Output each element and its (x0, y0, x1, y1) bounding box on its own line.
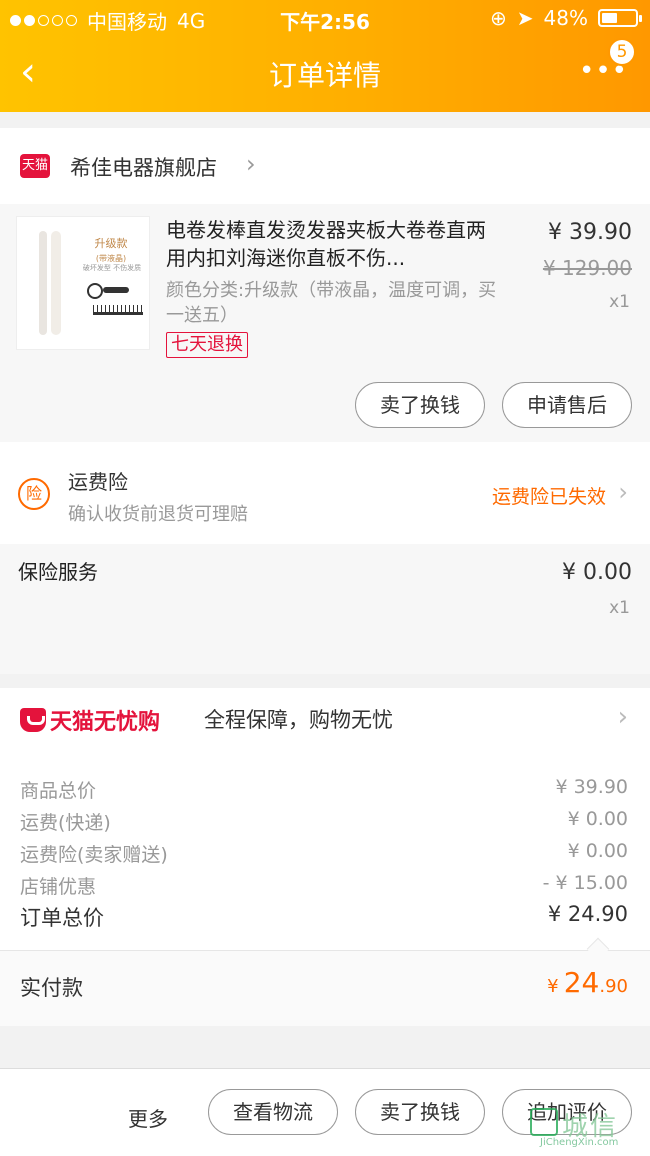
insurance-subtitle: 确认收货前退货可理赔 (68, 504, 248, 525)
summary-label: 运费险(卖家赠送) (20, 844, 168, 866)
assurance-text: 全程保障，购物无忧 (204, 708, 393, 732)
status-right: ⊕ ➤ 48% (490, 6, 642, 30)
insurance-title: 运费险 (68, 470, 128, 494)
sell-for-cash-button[interactable]: 卖了换钱 (355, 1089, 485, 1135)
product-item[interactable]: 升级款 (带液晶) 破坏发型 不伤发质 电卷发棒直发烫发器夹板大卷卷直两用内扣刘海… (0, 204, 650, 442)
order-total-row: 订单总价 ¥ 24.90 (20, 902, 628, 932)
summary-value: ¥ 0.00 (567, 808, 628, 830)
return-policy-tag: 七天退换 (166, 332, 248, 358)
bottom-action-bar: 更多 查看物流 卖了换钱 追加评价 城信 JiChengXin.com (0, 1068, 650, 1156)
actual-payment: 实付款 ¥ 24.90 (0, 937, 650, 1026)
summary-value: ¥ 39.90 (555, 776, 628, 798)
battery-percent: 48% (543, 6, 588, 30)
product-price: ¥ 39.90 (548, 220, 632, 245)
order-total-value: ¥ 24.90 (547, 902, 628, 926)
order-total-label: 订单总价 (20, 906, 104, 930)
image-label: 升级款 (带液晶) (94, 237, 128, 263)
insurance-service: 保险服务 ¥ 0.00 x1 (0, 544, 650, 674)
product-image[interactable]: 升级款 (带液晶) 破坏发型 不伤发质 (16, 216, 150, 350)
shield-icon (20, 708, 46, 732)
product-original-price: ¥ 129.00 (542, 256, 632, 280)
notification-badge: 5 (608, 38, 636, 66)
summary-row: 运费(快递) ¥ 0.00 (20, 808, 628, 835)
watermark: 城信 JiChengXin.com (530, 1106, 646, 1150)
insurance-status: 运费险已失效 (491, 486, 606, 508)
summary-row: 店铺优惠 - ¥ 15.00 (20, 872, 628, 899)
watermark-logo-icon (530, 1108, 558, 1136)
paid-label: 实付款 (20, 976, 83, 1000)
assurance-brand: 天猫无忧购 (50, 710, 161, 735)
paid-integer: 24 (563, 966, 600, 999)
chevron-right-icon: › (617, 702, 628, 732)
store-name: 希佳电器旗舰店 (70, 156, 217, 180)
price-summary: 商品总价 ¥ 39.90 运费(快递) ¥ 0.00 运费险(卖家赠送) ¥ 0… (0, 748, 650, 950)
image-caption: 破坏发型 不伤发质 (82, 264, 142, 272)
page-title: 订单详情 (268, 59, 381, 92)
chevron-right-icon: › (246, 150, 256, 178)
divider (0, 950, 650, 951)
rotation-lock-icon: ⊕ (490, 6, 507, 30)
paid-currency: ¥ (547, 976, 559, 997)
store-row[interactable]: 天猫 希佳电器旗舰店 › (0, 128, 650, 204)
product-sku: 颜色分类:升级款（带液晶，温度可调，买一送五） (166, 280, 497, 326)
battery-icon (598, 9, 642, 27)
app-header: 中国移动 4G 下午2:56 ⊕ ➤ 48% ‹ 订单详情 ••• 5 (0, 0, 650, 112)
insurance-icon: 险 (18, 478, 50, 510)
view-logistics-button[interactable]: 查看物流 (208, 1089, 338, 1135)
watermark-sub: JiChengXin.com (540, 1137, 619, 1148)
status-bar: 中国移动 4G 下午2:56 ⊕ ➤ 48% (0, 0, 650, 36)
summary-row: 商品总价 ¥ 39.90 (20, 776, 628, 803)
sell-for-cash-button[interactable]: 卖了换钱 (355, 382, 485, 428)
tmall-assurance-row[interactable]: 天猫无忧购 全程保障，购物无忧 › (0, 688, 650, 748)
service-title: 保险服务 (18, 560, 98, 584)
tmall-logo-icon: 天猫 (20, 154, 50, 178)
summary-label: 商品总价 (20, 780, 97, 802)
summary-row: 运费险(卖家赠送) ¥ 0.00 (20, 840, 628, 867)
service-price: ¥ 0.00 (562, 560, 632, 585)
product-title: 电卷发棒直发烫发器夹板大卷卷直两用内扣刘海迷你直板不伤... (166, 218, 486, 270)
request-after-sale-button[interactable]: 申请售后 (502, 382, 632, 428)
summary-value: - ¥ 15.00 (542, 872, 628, 894)
shipping-insurance-row[interactable]: 险 运费险 确认收货前退货可理赔 运费险已失效 › (0, 442, 650, 544)
summary-label: 运费(快递) (20, 812, 111, 834)
product-quantity: x1 (609, 292, 630, 312)
summary-value: ¥ 0.00 (567, 840, 628, 862)
chevron-right-icon: › (618, 478, 628, 506)
summary-label: 店铺优惠 (20, 876, 97, 898)
service-quantity: x1 (609, 598, 630, 618)
more-actions-link[interactable]: 更多 (128, 1103, 168, 1132)
location-icon: ➤ (516, 6, 534, 30)
paid-amount: ¥ 24.90 (547, 966, 628, 999)
paid-decimal: .90 (599, 976, 628, 997)
